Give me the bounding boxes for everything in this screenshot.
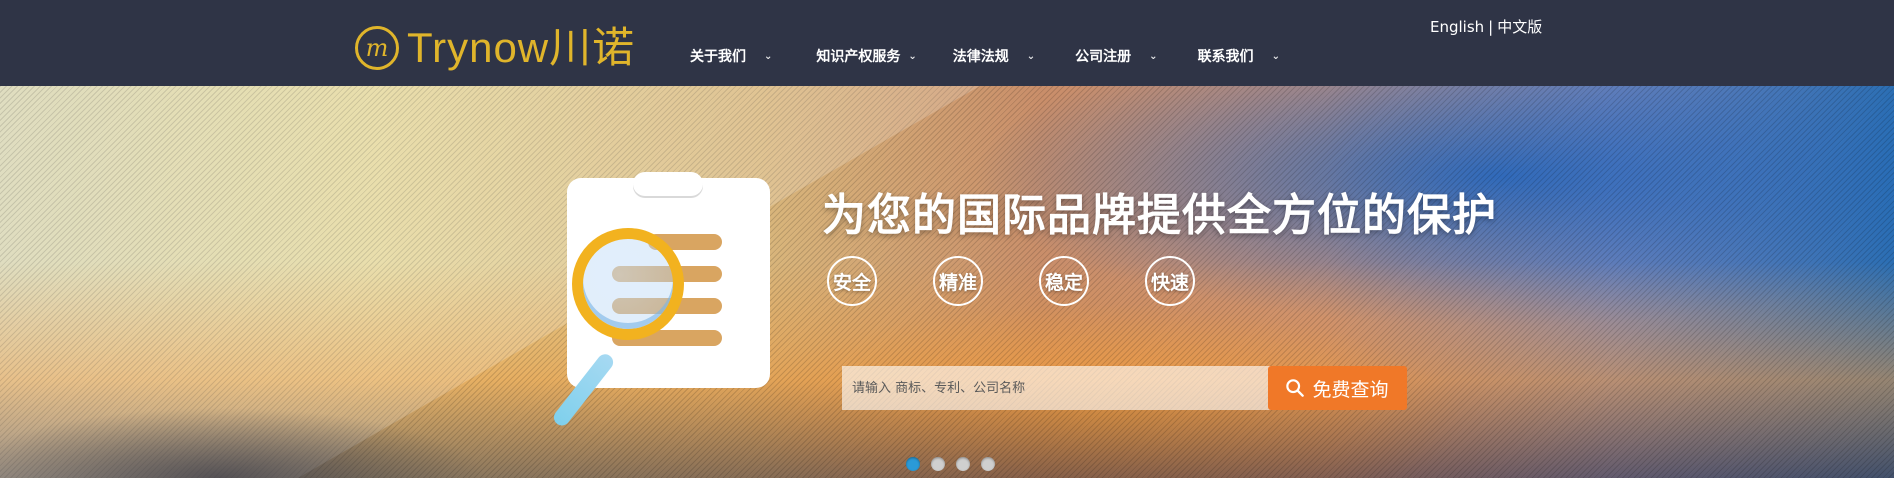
search-icon <box>1286 379 1305 397</box>
slide-indicators <box>906 457 1006 471</box>
slide-dot-2[interactable] <box>931 457 945 471</box>
chevron-down-icon: ⌄ <box>1026 50 1036 62</box>
language-switcher: English | 中文版 <box>1430 16 1542 37</box>
chevron-down-icon: ⌄ <box>1149 50 1158 62</box>
magnifier-icon <box>572 228 684 340</box>
brand-logo[interactable]: m Trynow川诺 <box>355 20 635 76</box>
badge-stable: 稳定 <box>1039 256 1089 306</box>
nav-item-laws[interactable]: 法律法规 ⌄ <box>953 46 1035 66</box>
badge-fast: 快速 <box>1145 256 1195 306</box>
lang-separator: | <box>1488 18 1494 36</box>
nav-item-contact[interactable]: 联系我们 ⌄ <box>1198 46 1280 66</box>
free-query-button[interactable]: 免费查询 <box>1268 366 1407 410</box>
nav-item-label: 法律法规 <box>952 49 1009 65</box>
nav-item-ip-services[interactable]: 知识产权服务 ⌄ <box>816 46 916 66</box>
nav-item-label: 知识产权服务 <box>816 49 901 65</box>
nav-item-company-registration[interactable]: 公司注册 ⌄ <box>1075 46 1157 66</box>
slide-dot-3[interactable] <box>956 457 970 471</box>
slide-dot-1[interactable] <box>906 457 920 471</box>
hero-banner: 为您的国际品牌提供全方位的保护 安全 精准 稳定 快速 免费查询 <box>0 86 1894 478</box>
brand-mark-icon: m <box>355 26 399 70</box>
main-nav: 关于我们 ⌄ 知识产权服务 ⌄ 法律法规 ⌄ 公司注册 ⌄ 联系我们 ⌄ <box>690 46 1280 66</box>
site-header: m Trynow川诺 关于我们 ⌄ 知识产权服务 ⌄ 法律法规 ⌄ 公司注册 ⌄… <box>0 0 1894 86</box>
chevron-down-icon: ⌄ <box>764 50 773 62</box>
nav-item-label: 公司注册 <box>1075 49 1132 65</box>
chevron-down-icon: ⌄ <box>908 50 917 62</box>
nav-item-label: 关于我们 <box>690 49 746 65</box>
badge-accurate: 精准 <box>933 256 983 306</box>
badge-safe: 安全 <box>827 256 877 306</box>
banner-headline: 为您的国际品牌提供全方位的保护 <box>822 190 1497 241</box>
slide-dot-4[interactable] <box>981 457 995 471</box>
search-input[interactable] <box>842 366 1272 410</box>
chevron-down-icon: ⌄ <box>1271 50 1280 62</box>
lang-chinese-link[interactable]: 中文版 <box>1497 18 1542 36</box>
nav-item-label: 联系我们 <box>1197 49 1254 65</box>
nav-item-about[interactable]: 关于我们 ⌄ <box>690 46 772 66</box>
banner-content: 为您的国际品牌提供全方位的保护 安全 精准 稳定 快速 免费查询 <box>0 86 1894 478</box>
free-query-label: 免费查询 <box>1312 378 1389 401</box>
clipboard-clip <box>633 172 703 196</box>
brand-name: Trynow川诺 <box>407 24 636 71</box>
lang-english-link[interactable]: English <box>1430 18 1484 36</box>
